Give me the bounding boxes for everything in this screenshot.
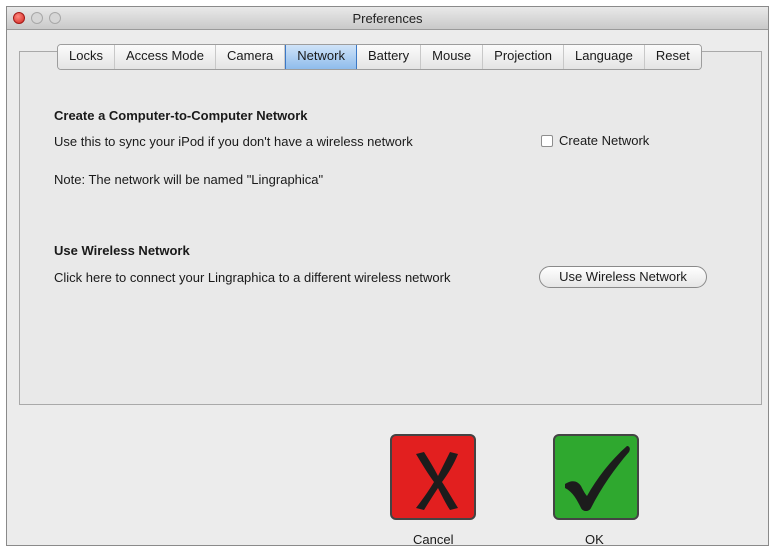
tab-bar: Locks Access Mode Camera Network Battery… <box>57 44 702 70</box>
adhoc-section-title: Create a Computer-to-Computer Network <box>54 108 308 123</box>
checkmark-icon <box>565 446 630 511</box>
wireless-description: Click here to connect your Lingraphica t… <box>54 270 451 285</box>
tab-network[interactable]: Network <box>285 45 357 69</box>
tab-language[interactable]: Language <box>563 45 645 69</box>
network-name-note: Note: The network will be named "Lingrap… <box>54 172 324 187</box>
tab-camera[interactable]: Camera <box>216 45 286 69</box>
create-network-label[interactable]: Create Network <box>559 133 649 148</box>
adhoc-description: Use this to sync your iPod if you don't … <box>54 134 413 149</box>
cancel-label: Cancel <box>413 532 454 547</box>
window-title: Preferences <box>352 11 423 26</box>
cancel-button[interactable] <box>390 434 476 520</box>
tab-access-mode[interactable]: Access Mode <box>114 45 217 69</box>
network-panel <box>19 51 762 405</box>
tab-locks[interactable]: Locks <box>58 45 115 69</box>
wireless-section-title: Use Wireless Network <box>54 243 190 258</box>
use-wireless-network-button[interactable]: Use Wireless Network <box>539 266 707 288</box>
tab-projection[interactable]: Projection <box>483 45 564 69</box>
tab-mouse[interactable]: Mouse <box>421 45 484 69</box>
x-mark-icon <box>416 452 458 510</box>
title-bar: Preferences <box>7 7 768 30</box>
ok-button[interactable] <box>553 434 639 520</box>
checkbox-box[interactable] <box>541 134 553 147</box>
tab-battery[interactable]: Battery <box>356 45 422 69</box>
tab-reset[interactable]: Reset <box>644 45 701 69</box>
create-network-checkbox[interactable]: Create Network <box>541 133 649 148</box>
ok-label: OK <box>585 532 604 547</box>
